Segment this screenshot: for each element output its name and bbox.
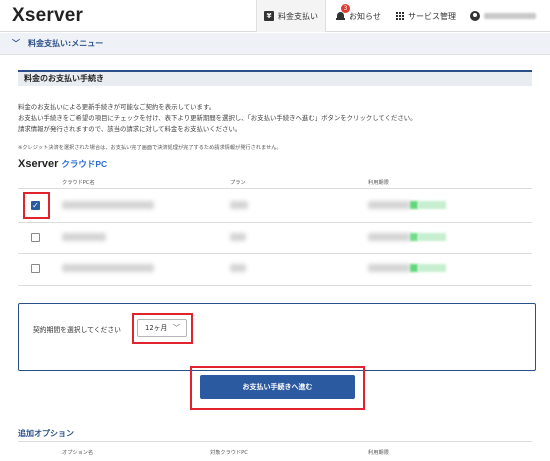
cloud-pc-logo: Xserver クラウドPC bbox=[18, 158, 107, 170]
subheader-title: 料金支払い:メニュー bbox=[28, 39, 104, 48]
expiry-status-bar bbox=[410, 201, 418, 209]
yen-icon: ¥ bbox=[264, 11, 274, 21]
tab-service[interactable]: サービス管理 bbox=[396, 0, 462, 32]
plan-redacted bbox=[230, 201, 248, 209]
plan-redacted bbox=[230, 264, 246, 272]
highlight-frame-checkbox bbox=[23, 192, 50, 219]
expiry-status-bar bbox=[418, 264, 446, 272]
section-title: 料金のお支払い手続き bbox=[18, 70, 532, 86]
options-divider bbox=[18, 441, 532, 442]
col-header-name: クラウドPC名 bbox=[62, 180, 95, 186]
expiry-status-bar bbox=[410, 264, 418, 272]
tab-payment-label: 料金支払い bbox=[278, 11, 318, 21]
grid-icon bbox=[396, 12, 404, 20]
tab-service-label: サービス管理 bbox=[408, 11, 456, 21]
col-header-expiry: 利用期限 bbox=[368, 180, 389, 186]
period-panel bbox=[18, 303, 536, 371]
menu-subheader[interactable]: ﹀ 料金支払い:メニュー bbox=[0, 33, 550, 55]
opt-col-header-target: 対象クラウドPC bbox=[210, 450, 248, 456]
table-divider bbox=[18, 222, 532, 223]
highlight-frame-button bbox=[190, 366, 365, 410]
desc-line-3: 請求情報が発行されますので、該当の請求に対して料金をお支払いください。 bbox=[18, 125, 242, 133]
table-divider bbox=[18, 285, 532, 286]
account-menu[interactable] bbox=[470, 0, 546, 32]
desc-line-2: お支払い手続きをご希望の項目にチェックを付け、表下より更新期間を選択し、「お支払… bbox=[18, 114, 417, 122]
user-icon bbox=[470, 11, 480, 21]
notice-badge: 3 bbox=[341, 4, 350, 13]
highlight-frame-select bbox=[132, 313, 193, 344]
expiry-status-bar bbox=[410, 233, 418, 241]
pc-name-redacted bbox=[62, 264, 154, 272]
expiry-status-bar bbox=[418, 233, 446, 241]
expiry-status-bar bbox=[418, 201, 446, 209]
options-title: 追加オプション bbox=[18, 429, 74, 438]
row-checkbox[interactable] bbox=[31, 233, 40, 242]
tab-notice[interactable]: 3 お知らせ bbox=[336, 0, 388, 32]
table-divider bbox=[18, 188, 532, 189]
expiry-redacted bbox=[368, 233, 410, 241]
opt-col-header-name: オプション名 bbox=[62, 450, 94, 456]
expiry-redacted bbox=[368, 264, 410, 272]
bell-icon: 3 bbox=[336, 4, 350, 21]
xserver-logo[interactable]: Xserver bbox=[12, 5, 83, 27]
account-name-redacted bbox=[484, 13, 536, 19]
col-header-plan: プラン bbox=[230, 180, 246, 186]
plan-redacted bbox=[230, 233, 246, 241]
cloud-pc-logo-main: Xserver bbox=[18, 158, 59, 170]
table-divider bbox=[18, 253, 532, 254]
cloud-pc-logo-sub: クラウドPC bbox=[61, 159, 108, 169]
opt-col-header-expiry: 利用期限 bbox=[368, 450, 389, 456]
pc-name-redacted bbox=[62, 233, 106, 241]
desc-line-1: 料金のお支払いによる更新手続きが可能なご契約を表示しています。 bbox=[18, 103, 216, 111]
tab-payment[interactable]: ¥ 料金支払い bbox=[256, 0, 326, 32]
row-checkbox[interactable] bbox=[31, 264, 40, 273]
tab-notice-label: お知らせ bbox=[349, 11, 381, 21]
top-header: Xserver ¥ 料金支払い 3 お知らせ サービス管理 bbox=[0, 0, 550, 32]
expiry-redacted bbox=[368, 201, 410, 209]
pc-name-redacted bbox=[62, 201, 154, 209]
chevron-down-icon: ﹀ bbox=[12, 39, 20, 48]
credit-note: ※クレジット決済を選択された場合は、お支払い完了画面で決済処理が完了するため請求… bbox=[18, 145, 282, 151]
period-label: 契約期間を選択してください bbox=[33, 326, 121, 334]
